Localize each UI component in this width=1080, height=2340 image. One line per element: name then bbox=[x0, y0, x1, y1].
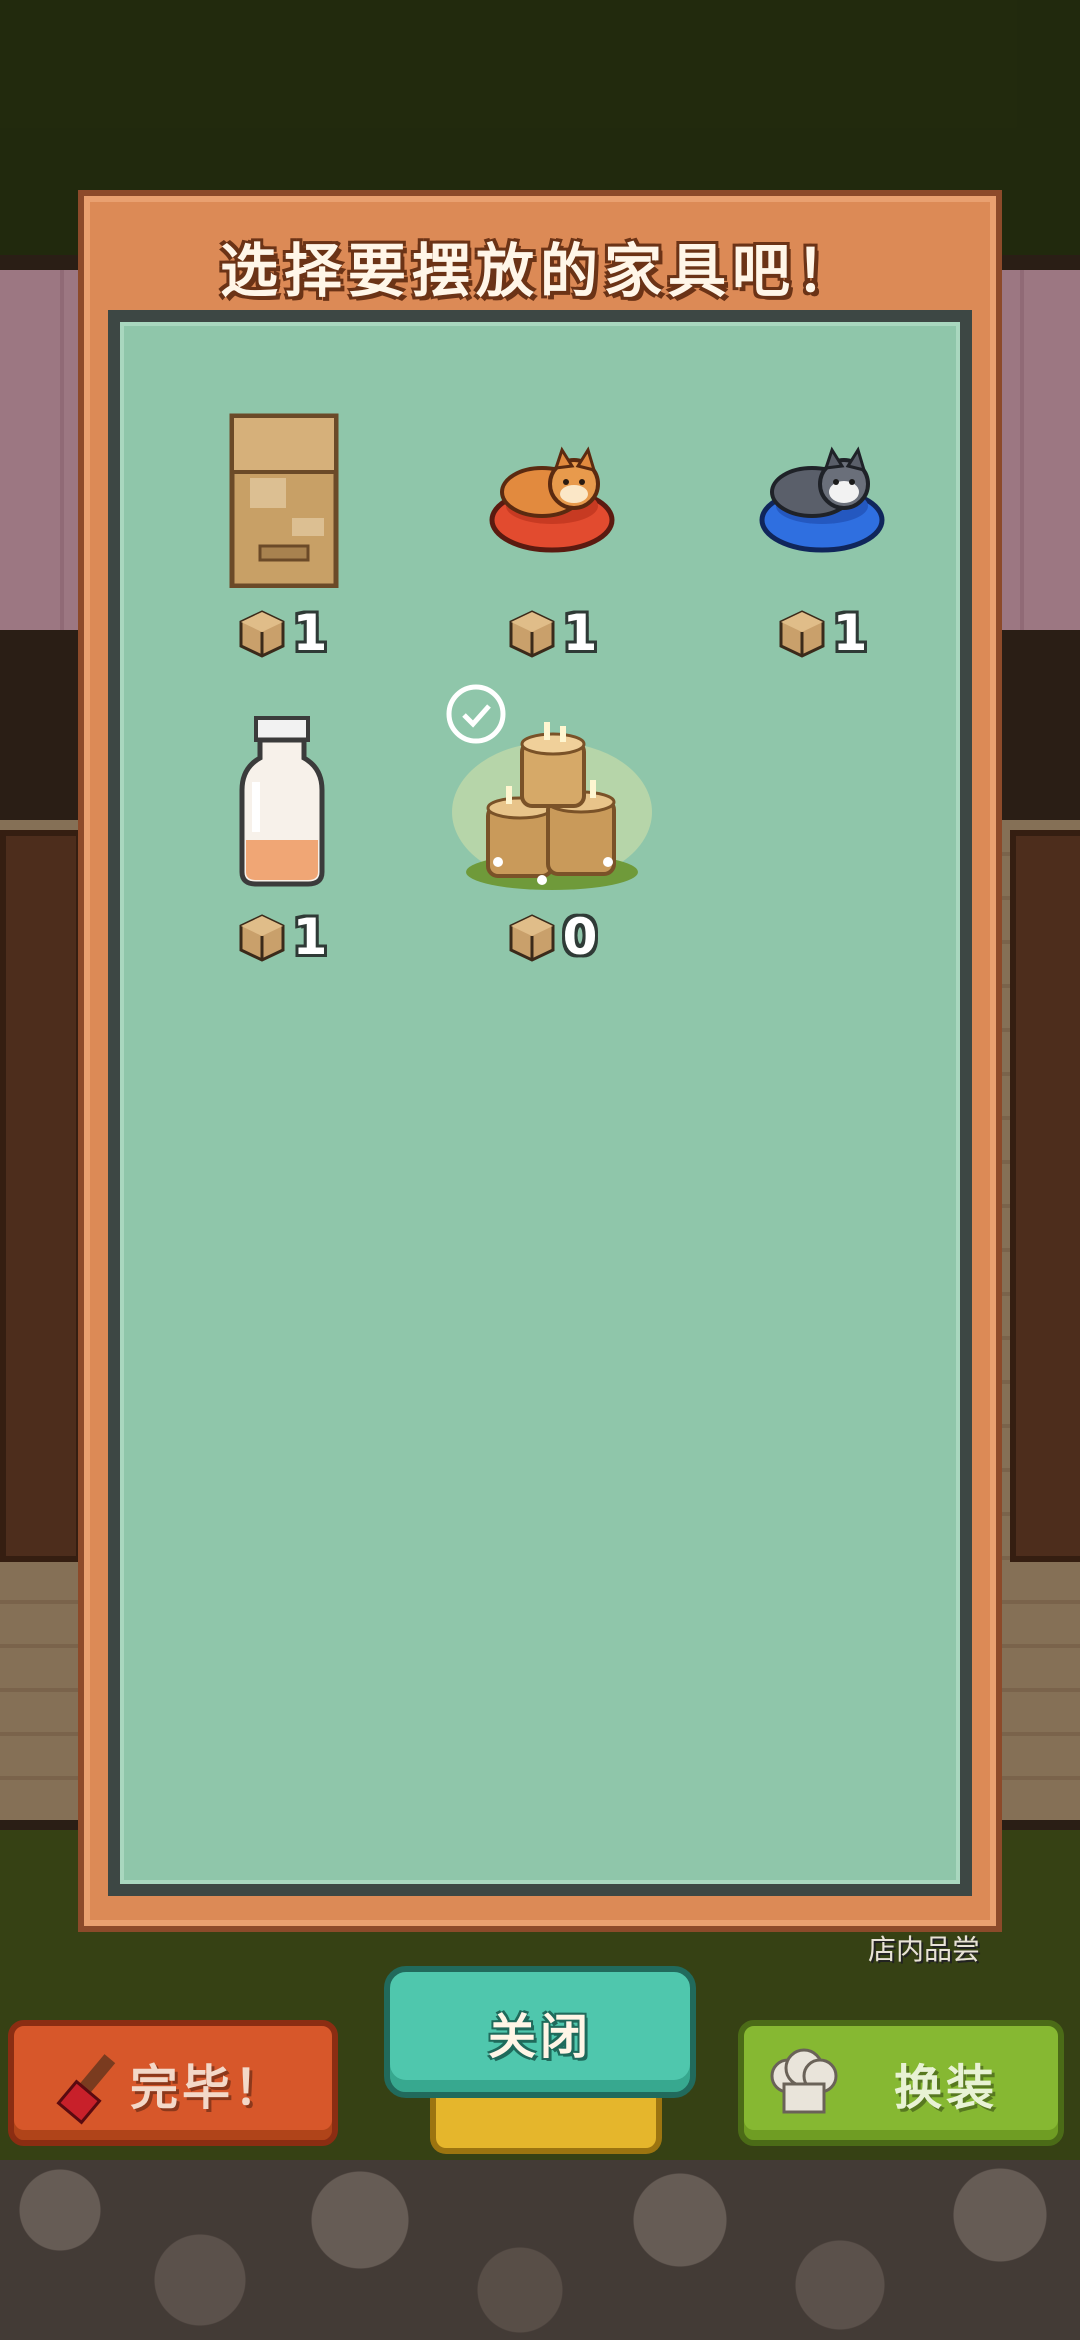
husky-blue-bed-icon bbox=[759, 446, 885, 553]
done-button-label: 完毕！ bbox=[129, 2060, 286, 2116]
furniture-item-milk-bottle[interactable]: 1 bbox=[162, 712, 402, 972]
item-count: 1 bbox=[292, 908, 328, 966]
item-count: 1 bbox=[562, 604, 598, 662]
selected-check-icon bbox=[446, 684, 506, 744]
item-count: 1 bbox=[832, 604, 868, 662]
furniture-item-shiba-red-bed[interactable]: 1 bbox=[432, 408, 672, 668]
box-count-icon bbox=[779, 610, 825, 658]
done-button[interactable]: 完毕！ bbox=[8, 2020, 338, 2146]
close-button-label: 关闭 bbox=[487, 2009, 592, 2065]
box-count-icon bbox=[239, 610, 285, 658]
item-count: 1 bbox=[292, 604, 328, 662]
change-outfit-button[interactable]: 换装 bbox=[738, 2020, 1064, 2146]
box-count-icon bbox=[239, 914, 285, 962]
furniture-item-cardboard-box[interactable]: 1 bbox=[162, 408, 402, 668]
close-button[interactable]: 关闭 bbox=[384, 1966, 696, 2098]
box-count-icon bbox=[509, 610, 555, 658]
cardboard-box-icon bbox=[229, 413, 339, 588]
item-count: 0 bbox=[562, 908, 598, 966]
paintbrush-icon bbox=[56, 2054, 116, 2125]
box-count-icon bbox=[509, 914, 555, 962]
furniture-item-candle-stumps[interactable]: 0 bbox=[432, 712, 672, 972]
furniture-item-husky-blue-bed[interactable]: 1 bbox=[702, 408, 942, 668]
panel-title: 选择要摆放的家具吧！ bbox=[219, 237, 860, 305]
shiba-red-bed-icon bbox=[489, 446, 615, 553]
center-tab-background bbox=[430, 2098, 662, 2154]
milk-bottle-icon bbox=[239, 716, 325, 887]
chef-hat-icon bbox=[770, 2048, 838, 2114]
shop-label: 店内品尝 bbox=[868, 1933, 981, 1966]
change-outfit-button-label: 换装 bbox=[893, 2060, 998, 2116]
